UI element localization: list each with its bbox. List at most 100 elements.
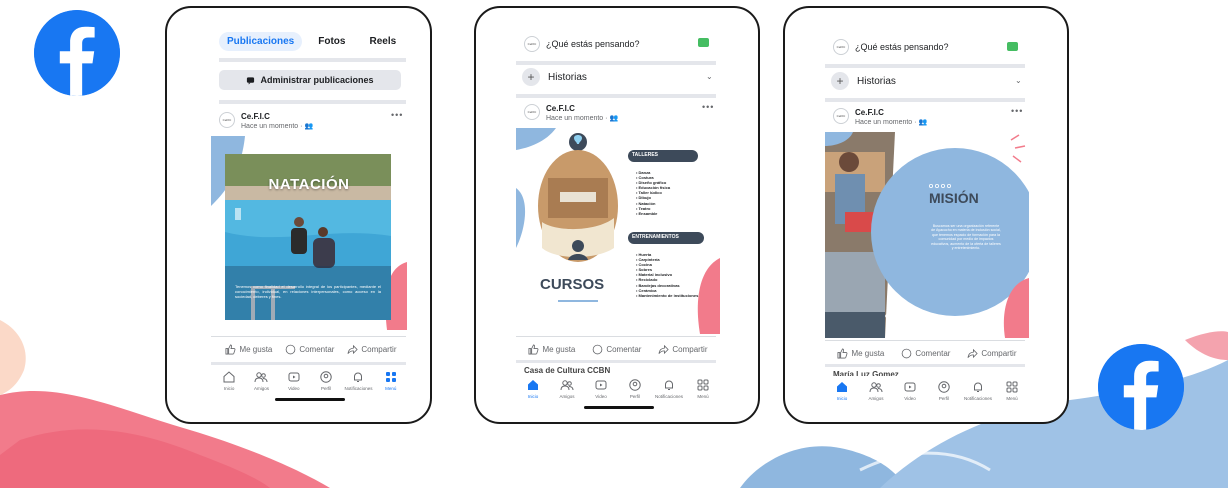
comment-label: Comentar bbox=[299, 344, 335, 354]
nav-friends[interactable]: Amigos bbox=[247, 370, 275, 391]
comment-icon bbox=[285, 344, 296, 354]
more-options-icon[interactable]: ••• bbox=[702, 102, 714, 112]
video-icon bbox=[595, 380, 607, 390]
post-author[interactable]: Ce.F.I.C bbox=[855, 108, 927, 117]
nav-notifications[interactable]: Notificaciones bbox=[655, 378, 683, 399]
poster-title: MISIÓN bbox=[929, 190, 979, 206]
divider bbox=[516, 61, 716, 65]
chevron-down-icon[interactable]: ⌄ bbox=[706, 72, 713, 81]
thumbs-up-icon bbox=[225, 344, 236, 354]
share-icon bbox=[347, 344, 359, 354]
nav-friends[interactable]: Amigos bbox=[862, 380, 890, 401]
manage-posts-label: Administrar publicaciones bbox=[260, 75, 374, 85]
share-button[interactable]: Compartir bbox=[967, 348, 1017, 359]
poster-body: Buscamos ser una organización referente … bbox=[931, 224, 1001, 251]
phone-screen-feed: CeFIC ¿Qué estás pensando? + Historias ⌄… bbox=[474, 6, 760, 424]
nav-label: Video bbox=[595, 394, 607, 399]
nav-label: Notificaciones bbox=[344, 386, 373, 391]
post-author[interactable]: Ce.F.I.C bbox=[241, 112, 313, 121]
like-button[interactable]: Me gusta bbox=[528, 344, 575, 355]
next-post-author[interactable]: María Luz Gomez bbox=[833, 370, 1013, 376]
nav-profile[interactable]: Perfil bbox=[930, 380, 958, 401]
photo-icon[interactable] bbox=[1007, 42, 1018, 51]
divider bbox=[825, 340, 1025, 341]
nav-friends[interactable]: Amigos bbox=[553, 378, 581, 399]
nav-home[interactable]: Inicio bbox=[828, 380, 856, 401]
status-composer[interactable]: CeFIC ¿Qué estás pensando? bbox=[524, 36, 640, 52]
profile-tabs: Publicaciones Fotos Reels bbox=[219, 32, 404, 51]
nav-video[interactable]: Video bbox=[587, 378, 615, 399]
nav-video[interactable]: Video bbox=[280, 370, 308, 391]
chevron-down-icon[interactable]: ⌄ bbox=[1015, 76, 1022, 85]
nav-label: Perfil bbox=[938, 396, 950, 401]
facebook-logo-icon bbox=[1098, 344, 1184, 430]
post-header: CeFIC Ce.F.I.C Hace un momento · 👥 bbox=[219, 112, 313, 130]
post-image-cursos[interactable]: TALLERES • Danza • Costura • Diseño gráfic… bbox=[516, 128, 720, 334]
nav-label: Notificaciones bbox=[964, 396, 993, 401]
menu-grid-icon bbox=[1006, 381, 1018, 393]
nav-video[interactable]: Video bbox=[896, 380, 924, 401]
nav-notifications[interactable]: Notificaciones bbox=[344, 370, 372, 391]
more-options-icon[interactable]: ••• bbox=[391, 110, 403, 120]
friends-icon: 👥 bbox=[918, 119, 928, 126]
next-post-author[interactable]: Casa de Cultura CCBN bbox=[524, 366, 704, 374]
divider bbox=[825, 64, 1025, 68]
bottom-nav: Inicio Amigos Video Perfil Notificacione… bbox=[213, 370, 407, 391]
post-author[interactable]: Ce.F.I.C bbox=[546, 104, 618, 113]
stories-row[interactable]: + Historias bbox=[522, 68, 587, 86]
share-button[interactable]: Compartir bbox=[347, 344, 397, 355]
avatar[interactable]: CeFIC bbox=[833, 108, 849, 124]
avatar: CeFIC bbox=[833, 39, 849, 55]
post-image-natacion[interactable]: NATACIÓN Tenemos como finalidad el desar… bbox=[211, 136, 407, 330]
tab-reels[interactable]: Reels bbox=[361, 32, 404, 51]
nav-label: Amigos bbox=[559, 394, 575, 399]
plus-icon: + bbox=[831, 72, 849, 90]
comment-button[interactable]: Comentar bbox=[901, 348, 950, 359]
nav-label: Menú bbox=[385, 386, 397, 391]
comment-button[interactable]: Comentar bbox=[285, 344, 334, 355]
comment-label: Comentar bbox=[915, 348, 951, 358]
list-item: • Mantenimiento de instituciones bbox=[636, 292, 699, 298]
avatar[interactable]: CeFIC bbox=[524, 104, 540, 120]
bottom-nav: Inicio Amigos Video Perfil Notificacione… bbox=[516, 378, 720, 399]
divider bbox=[219, 100, 406, 104]
nav-menu[interactable]: Menú bbox=[377, 370, 405, 391]
share-button[interactable]: Compartir bbox=[658, 344, 708, 355]
avatar[interactable]: CeFIC bbox=[219, 112, 235, 128]
like-button[interactable]: Me gusta bbox=[225, 344, 272, 355]
status-composer[interactable]: CeFIC ¿Qué estás pensando? bbox=[833, 39, 949, 55]
manage-posts-button[interactable]: Administrar publicaciones bbox=[219, 70, 401, 90]
divider bbox=[516, 94, 716, 98]
post-actions: Me gusta Comentar Compartir bbox=[219, 342, 403, 356]
like-button[interactable]: Me gusta bbox=[837, 348, 884, 359]
nav-profile[interactable]: Perfil bbox=[621, 378, 649, 399]
bell-icon bbox=[354, 372, 363, 382]
entrenamientos-heading: ENTRENAMIENTOS bbox=[632, 234, 679, 240]
plus-icon: + bbox=[522, 68, 540, 86]
post-image-mision[interactable]: MISIÓN Buscamos ser una organización ref… bbox=[825, 132, 1029, 338]
comment-button[interactable]: Comentar bbox=[592, 344, 641, 355]
poster-title: NATACIÓN bbox=[268, 176, 350, 193]
tab-fotos[interactable]: Fotos bbox=[310, 32, 353, 51]
nav-menu[interactable]: Menú bbox=[689, 378, 717, 399]
nav-label: Menú bbox=[1006, 396, 1018, 401]
more-options-icon[interactable]: ••• bbox=[1011, 106, 1023, 116]
entrenamientos-list: • Huerta • Carpintería • Cocina • Sobres • M… bbox=[636, 252, 698, 298]
poster-title: CURSOS bbox=[540, 276, 605, 293]
nav-menu[interactable]: Menú bbox=[998, 380, 1026, 401]
video-icon bbox=[288, 372, 300, 382]
stories-row[interactable]: + Historias bbox=[831, 72, 896, 90]
nav-home[interactable]: Inicio bbox=[215, 370, 243, 391]
profile-icon bbox=[938, 381, 950, 393]
nav-label: Perfil bbox=[321, 386, 332, 391]
tab-publicaciones[interactable]: Publicaciones bbox=[219, 32, 303, 51]
share-icon bbox=[658, 344, 670, 354]
photo-icon[interactable] bbox=[698, 38, 709, 47]
bottom-nav: Inicio Amigos Video Perfil Notificacione… bbox=[825, 380, 1029, 401]
nav-home[interactable]: Inicio bbox=[519, 378, 547, 399]
nav-notifications[interactable]: Notificaciones bbox=[964, 380, 992, 401]
nav-profile[interactable]: Perfil bbox=[312, 370, 340, 391]
nav-label: Video bbox=[288, 386, 300, 391]
phone-screen-profile: Publicaciones Fotos Reels Administrar pu… bbox=[165, 6, 432, 424]
composer-placeholder: ¿Qué estás pensando? bbox=[546, 39, 640, 49]
